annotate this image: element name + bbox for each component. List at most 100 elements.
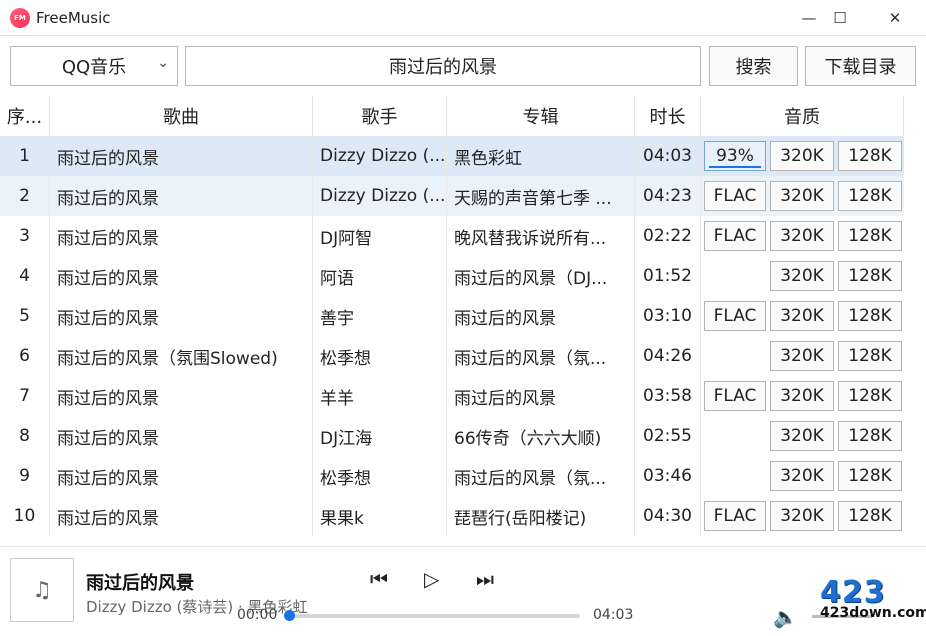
quality-button-320k[interactable]: 320K <box>770 221 834 251</box>
quality-button-label: 128K <box>848 306 892 326</box>
quality-button-hq[interactable]: FLAC <box>704 301 766 331</box>
cell-album: 66传奇（六六大顺) <box>447 416 635 456</box>
search-input[interactable] <box>185 46 701 86</box>
cell-artist: 善宇 <box>313 296 447 336</box>
col-header-index[interactable]: 序... <box>0 96 50 136</box>
download-dir-button[interactable]: 下载目录 <box>805 46 916 86</box>
quality-button-label: FLAC <box>713 226 757 246</box>
cell-album: 黑色彩虹 <box>447 136 635 176</box>
cell-index: 3 <box>0 216 50 256</box>
quality-button-label: FLAC <box>713 506 757 526</box>
table-row[interactable]: 4 雨过后的风景 阿语 雨过后的风景（DJ... 01:52 320K 128K <box>0 256 904 296</box>
volume-icon[interactable]: 🔈 <box>773 605 798 629</box>
quality-button-320k[interactable]: 320K <box>770 421 834 451</box>
app-title: FreeMusic <box>36 9 111 27</box>
quality-button-320k[interactable]: 320K <box>770 341 834 371</box>
cell-song: 雨过后的风景 <box>50 176 313 216</box>
cell-song: 雨过后的风景 <box>50 256 313 296</box>
previous-icon[interactable]: ⏮ <box>370 567 388 591</box>
cell-artist: 羊羊 <box>313 376 447 416</box>
col-header-album[interactable]: 专辑 <box>447 96 635 136</box>
quality-button-label: FLAC <box>713 186 757 206</box>
play-icon[interactable]: ▷ <box>424 567 439 591</box>
cell-index: 5 <box>0 296 50 336</box>
cell-duration: 01:52 <box>635 256 701 296</box>
table-row[interactable]: 7 雨过后的风景 羊羊 雨过后的风景 03:58 FLAC 320K 128K <box>0 376 904 416</box>
quality-button-320k[interactable]: 320K <box>770 381 834 411</box>
cell-song: 雨过后的风景 <box>50 376 313 416</box>
quality-button-320k[interactable]: 320K <box>770 461 834 491</box>
cell-song: 雨过后的风景 <box>50 296 313 336</box>
next-icon[interactable]: ⏭ <box>476 567 494 591</box>
quality-button-128k[interactable]: 128K <box>838 341 902 371</box>
quality-button-128k[interactable]: 128K <box>838 461 902 491</box>
cell-index: 9 <box>0 456 50 496</box>
cell-album: 晚风替我诉说所有... <box>447 216 635 256</box>
quality-button-hq[interactable]: FLAC <box>704 381 766 411</box>
app-logo-icon: FM <box>10 8 30 28</box>
quality-button-128k[interactable]: 128K <box>838 501 902 531</box>
table-row[interactable]: 6 雨过后的风景（氛围Slowed) 松季想 雨过后的风景（氛... 04:26 320K… <box>0 336 904 376</box>
cell-duration: 04:23 <box>635 176 701 216</box>
table-row[interactable]: 2 雨过后的风景 Dizzy Dizzo (... 天赐的声音第七季 ... 04:23… <box>0 176 904 216</box>
cell-artist: 果果k <box>313 496 447 536</box>
table-row[interactable]: 9 雨过后的风景 松季想 雨过后的风景（氛... 03:46 320K 128K <box>0 456 904 496</box>
col-header-quality[interactable]: 音质 <box>701 96 904 136</box>
cell-duration: 02:55 <box>635 416 701 456</box>
cell-album: 雨过后的风景 <box>447 296 635 336</box>
table-row[interactable]: 5 雨过后的风景 善宇 雨过后的风景 03:10 FLAC 320K 128K <box>0 296 904 336</box>
quality-button-label: 128K <box>848 266 892 286</box>
quality-button-128k[interactable]: 128K <box>838 421 902 451</box>
quality-button-128k[interactable]: 128K <box>838 301 902 331</box>
cell-artist: Dizzy Dizzo (... <box>313 136 447 176</box>
quality-button-320k[interactable]: 320K <box>770 181 834 211</box>
chevron-down-icon: ⌄ <box>157 55 169 71</box>
table-row[interactable]: 10 雨过后的风景 果果k 琵琶行(岳阳楼记) 04:30 FLAC 320K 128K <box>0 496 904 536</box>
cell-duration: 03:58 <box>635 376 701 416</box>
quality-button-320k[interactable]: 320K <box>770 261 834 291</box>
quality-button-hq[interactable]: FLAC <box>704 221 766 251</box>
quality-button-128k[interactable]: 128K <box>838 381 902 411</box>
quality-button-label: 320K <box>780 306 824 326</box>
quality-button-label: 320K <box>780 386 824 406</box>
watermark-text: 423down.com <box>820 605 926 621</box>
progress-handle[interactable] <box>284 610 295 621</box>
table-row[interactable]: 8 雨过后的风景 DJ江海 66传奇（六六大顺) 02:55 320K 128K <box>0 416 904 456</box>
title-bar: FM FreeMusic — ☐ ✕ <box>0 0 926 36</box>
maximize-button[interactable]: ☐ <box>817 0 863 36</box>
quality-button-label: 128K <box>848 386 892 406</box>
results-table: 序... 歌曲 歌手 专辑 时长 音质 1 雨过后的风景 Dizzy Dizzo (… <box>0 96 926 544</box>
cell-index: 4 <box>0 256 50 296</box>
cell-artist: Dizzy Dizzo (... <box>313 176 447 216</box>
cell-duration: 04:03 <box>635 136 701 176</box>
cell-artist: 松季想 <box>313 456 447 496</box>
quality-button-hq[interactable]: FLAC <box>704 181 766 211</box>
quality-button-128k[interactable]: 128K <box>838 221 902 251</box>
col-header-duration[interactable]: 时长 <box>635 96 701 136</box>
cell-album: 雨过后的风景（DJ... <box>447 256 635 296</box>
quality-button-320k[interactable]: 320K <box>770 501 834 531</box>
search-button[interactable]: 搜索 <box>709 46 798 86</box>
close-button[interactable]: ✕ <box>872 0 918 36</box>
quality-button-label: 128K <box>848 186 892 206</box>
table-row[interactable]: 3 雨过后的风景 DJ阿智 晚风替我诉说所有... 02:22 FLAC 320K 128K <box>0 216 904 256</box>
quality-button-hq[interactable]: 93% <box>704 141 766 171</box>
quality-button-320k[interactable]: 320K <box>770 141 834 171</box>
table-header: 序... 歌曲 歌手 专辑 时长 音质 <box>0 96 904 136</box>
cell-duration: 04:26 <box>635 336 701 376</box>
quality-button-128k[interactable]: 128K <box>838 181 902 211</box>
col-header-artist[interactable]: 歌手 <box>313 96 447 136</box>
cell-song: 雨过后的风景（氛围Slowed) <box>50 336 313 376</box>
source-select[interactable]: QQ音乐 ⌄ <box>10 46 178 86</box>
quality-button-128k[interactable]: 128K <box>838 141 902 171</box>
quality-button-320k[interactable]: 320K <box>770 301 834 331</box>
col-header-song[interactable]: 歌曲 <box>50 96 313 136</box>
quality-button-128k[interactable]: 128K <box>838 261 902 291</box>
cell-artist: 松季想 <box>313 336 447 376</box>
progress-slider[interactable] <box>289 614 580 618</box>
table-row[interactable]: 1 雨过后的风景 Dizzy Dizzo (... 黑色彩虹 04:03 93% 320K 1… <box>0 136 904 176</box>
cell-index: 6 <box>0 336 50 376</box>
cell-artist: 阿语 <box>313 256 447 296</box>
cell-album: 天赐的声音第七季 ... <box>447 176 635 216</box>
quality-button-hq[interactable]: FLAC <box>704 501 766 531</box>
